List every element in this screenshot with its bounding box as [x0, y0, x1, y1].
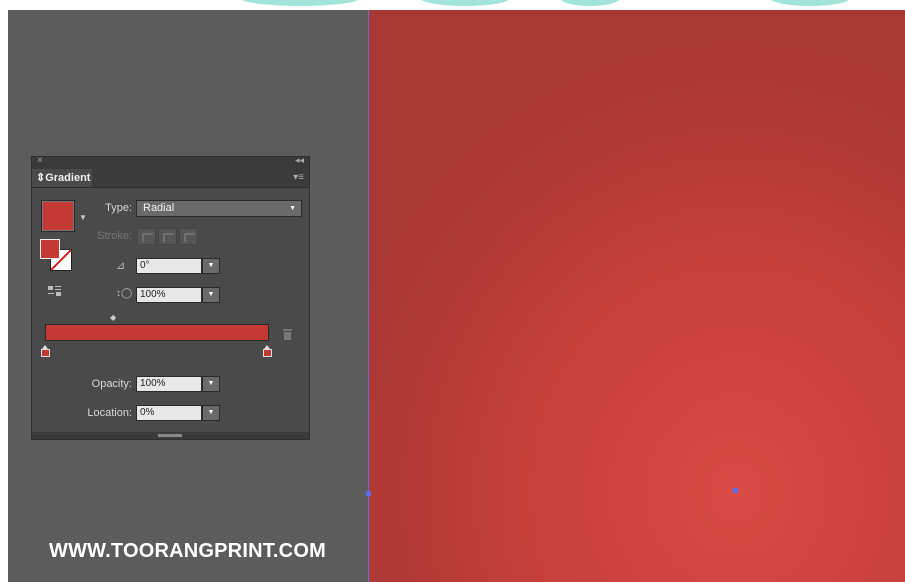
gradient-panel: × ◂◂ ⇕Gradient ▾≡ ▼ Type: Radial ▼ Strok… — [31, 155, 310, 440]
gradient-stop-left[interactable] — [41, 345, 50, 357]
fill-swatch[interactable] — [40, 239, 60, 259]
opacity-dropdown[interactable]: ▼ — [202, 376, 220, 392]
teal-decoration — [560, 0, 620, 6]
gradient-stop-right[interactable] — [263, 345, 272, 357]
top-strip — [0, 0, 905, 10]
close-icon[interactable]: × — [37, 155, 43, 166]
gradient-swatch[interactable] — [41, 200, 75, 232]
aspect-ratio-input[interactable]: 100% — [136, 287, 202, 303]
artboard-radial-gradient-rect[interactable] — [368, 10, 905, 582]
collapse-icon[interactable]: ◂◂ — [295, 155, 304, 166]
chevron-down-icon: ▼ — [289, 205, 296, 212]
aspect-ratio-dropdown[interactable]: ▼ — [202, 287, 220, 303]
teal-decoration — [770, 0, 850, 6]
panel-titlebar[interactable]: × ◂◂ — [32, 155, 309, 169]
location-dropdown[interactable]: ▼ — [202, 405, 220, 421]
trash-icon[interactable] — [283, 329, 292, 340]
teal-decoration — [420, 0, 510, 6]
midpoint-icon[interactable]: ◆ — [110, 313, 116, 322]
stroke-along-button[interactable] — [158, 228, 177, 245]
location-label: Location: — [87, 407, 132, 419]
reverse-gradient-icon[interactable] — [48, 285, 61, 298]
gradient-center-handle[interactable] — [733, 488, 738, 493]
teal-decoration — [240, 0, 360, 6]
opacity-label: Opacity: — [91, 378, 132, 390]
stroke-label: Stroke: — [97, 230, 132, 242]
type-label: Type: — [105, 202, 132, 214]
angle-dropdown[interactable]: ▼ — [202, 258, 220, 274]
swatch-dropdown-icon[interactable]: ▼ — [79, 213, 87, 222]
watermark-text: WWW.TOORANGPRINT.COM — [49, 540, 326, 562]
tab-gradient[interactable]: ⇕Gradient — [32, 169, 92, 187]
selection-bounding-edge — [368, 10, 369, 582]
location-input[interactable]: 0% — [136, 405, 202, 421]
panel-menu-icon[interactable]: ▾≡ — [293, 172, 304, 183]
aspect-ratio-icon: ↕◯ — [116, 288, 133, 299]
tab-gradient-label: Gradient — [45, 172, 91, 184]
stroke-within-button[interactable] — [137, 228, 156, 245]
panel-tab-row: ⇕Gradient ▾≡ — [32, 169, 309, 188]
angle-input[interactable]: 0° — [136, 258, 202, 274]
selection-handle[interactable] — [366, 491, 371, 496]
opacity-input[interactable]: 100% — [136, 376, 202, 392]
type-select[interactable]: Radial ▼ — [136, 200, 302, 217]
stroke-across-button[interactable] — [179, 228, 198, 245]
fill-stroke-icon[interactable] — [40, 239, 74, 273]
panel-resize-handle[interactable] — [158, 434, 182, 437]
tab-toggle-icon[interactable]: ⇕ — [36, 172, 45, 184]
angle-icon: ⊿ — [116, 260, 126, 272]
type-select-value: Radial — [143, 202, 175, 214]
gradient-slider[interactable] — [45, 324, 269, 341]
resize-grip[interactable] — [298, 422, 306, 430]
panel-bottom-bar — [32, 432, 309, 439]
